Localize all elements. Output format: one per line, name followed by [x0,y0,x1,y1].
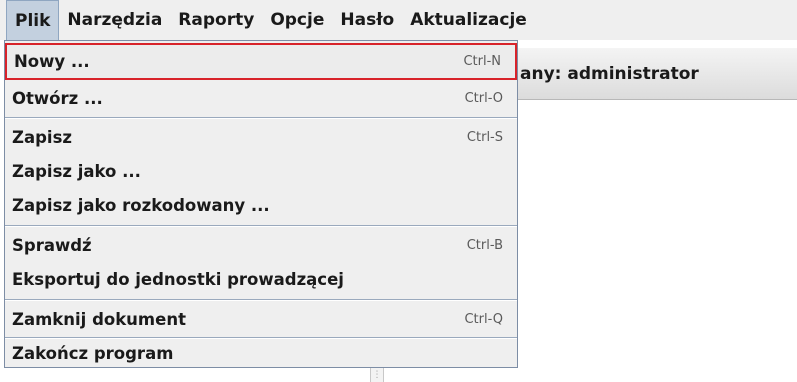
menu-opcje[interactable]: Opcje [262,0,332,40]
menu-item-label: Zapisz jako rozkodowany ... [12,195,270,215]
menu-item-zapisz-rozkodowany[interactable]: Zapisz jako rozkodowany ... [5,189,517,221]
menu-narzedzia[interactable]: Narzędzia [59,0,170,40]
menu-aktualizacje[interactable]: Aktualizacje [402,0,535,40]
menu-item-zapisz-jako[interactable]: Zapisz jako ... [5,155,517,187]
menu-bar: Plik Narzędzia Raporty Opcje Hasło Aktua… [0,0,797,40]
menu-item-shortcut: Ctrl-B [466,237,503,253]
menu-item-label: Otwórz ... [12,88,103,108]
menu-item-shortcut: Ctrl-Q [464,311,503,327]
menu-item-shortcut: Ctrl-O [464,90,503,106]
menu-item-zamknij[interactable]: Zamknij dokument Ctrl-Q [5,303,517,335]
pane-splitter-handle[interactable]: ⋮ [370,368,384,382]
file-menu-dropdown: Nowy ... Ctrl-N Otwórz ... Ctrl-O Zapisz… [4,40,518,368]
menu-plik[interactable]: Plik [6,0,60,40]
menu-item-label: Nowy ... [14,52,90,71]
menu-item-label: Zapisz jako ... [12,161,141,181]
logged-user-bar: any: administrator [518,48,797,100]
menu-item-shortcut: Ctrl-S [466,129,503,145]
menu-item-label: Sprawdź [12,235,92,255]
menu-item-nowy[interactable]: Nowy ... Ctrl-N [5,43,517,80]
menu-item-label: Zamknij dokument [12,309,186,329]
menu-separator [5,225,517,227]
menu-item-zakoncz[interactable]: Zakończ program [5,340,517,367]
logged-user-text: any: administrator [520,64,699,84]
menu-separator [5,337,517,339]
menu-item-label: Zapisz [12,127,72,147]
menu-haslo[interactable]: Hasło [332,0,402,40]
menu-item-eksportuj[interactable]: Eksportuj do jednostki prowadzącej [5,263,517,295]
menu-item-sprawdz[interactable]: Sprawdź Ctrl-B [5,229,517,261]
menu-item-label: Eksportuj do jednostki prowadzącej [12,269,344,289]
menu-item-otworz[interactable]: Otwórz ... Ctrl-O [5,82,517,114]
menu-separator [5,299,517,301]
menu-item-shortcut: Ctrl-N [463,54,501,69]
menu-item-label: Zakończ program [12,344,174,363]
menu-separator [5,117,517,119]
menu-item-zapisz[interactable]: Zapisz Ctrl-S [5,121,517,153]
menu-raporty[interactable]: Raporty [170,0,262,40]
